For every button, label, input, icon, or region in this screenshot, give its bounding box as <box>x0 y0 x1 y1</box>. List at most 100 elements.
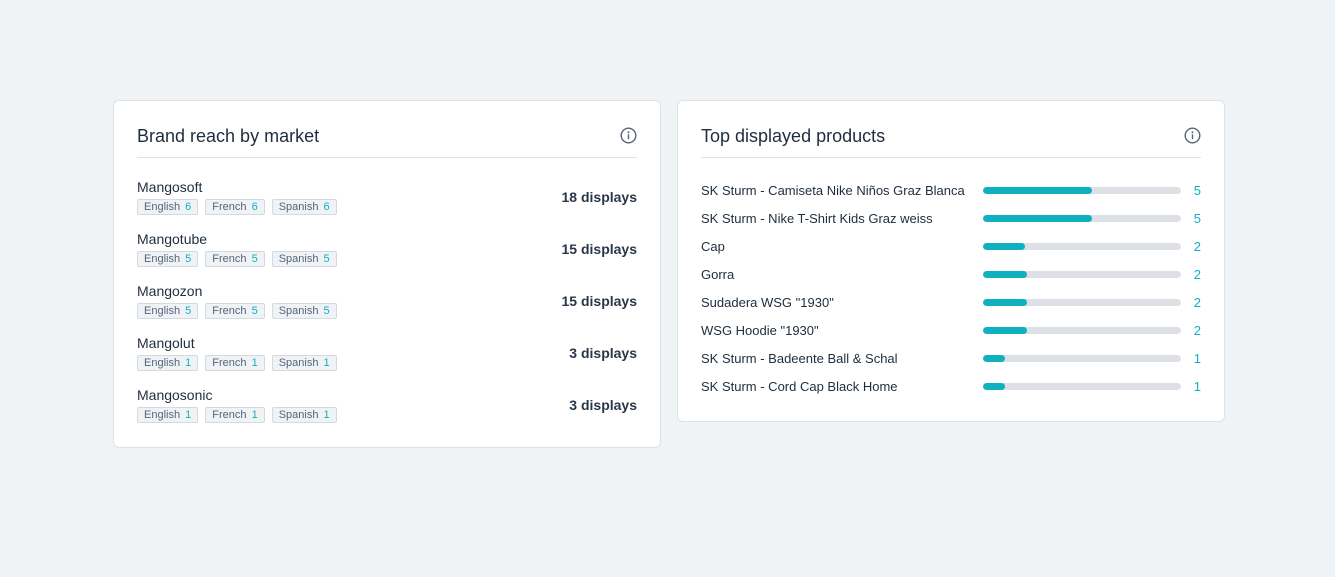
product-name: SK Sturm - Camiseta Nike Niños Graz Blan… <box>701 183 965 198</box>
product-bar-track <box>983 327 1181 334</box>
product-count: 2 <box>1193 323 1201 338</box>
product-count: 2 <box>1193 267 1201 282</box>
card-header: Top displayed products <box>701 101 1201 158</box>
market-tag-label: Spanish <box>278 357 319 369</box>
market-tag: Spanish 6 <box>271 199 337 215</box>
product-bar-fill <box>983 187 1092 194</box>
brand-displays: 15 displays <box>561 241 638 257</box>
market-tag-label: English <box>144 409 181 421</box>
market-tag-label: French <box>212 409 247 421</box>
market-tag-label: French <box>212 201 247 213</box>
market-tags: English 1 French 1 Spanish 1 <box>137 407 337 423</box>
brand-displays: 15 displays <box>561 293 638 309</box>
product-row: Sudadera WSG "1930" 2 <box>701 293 1201 313</box>
market-tag-count: 1 <box>323 409 330 421</box>
market-tag-count: 6 <box>323 201 330 213</box>
product-name: Gorra <box>701 267 735 282</box>
product-bar-fill <box>983 215 1092 222</box>
product-row: Gorra 2 <box>701 265 1201 285</box>
brand-name: Mangosonic <box>137 387 213 403</box>
market-tag: Spanish 5 <box>271 303 337 319</box>
market-tags: English 5 French 5 Spanish 5 <box>137 251 337 267</box>
market-tag: English 5 <box>137 303 199 319</box>
product-bar-track <box>983 243 1181 250</box>
brand-row: Mangosonic English 1 French 1 Spanish 13 di… <box>137 387 637 433</box>
product-name: SK Sturm - Nike T-Shirt Kids Graz weiss <box>701 211 933 226</box>
market-tag-count: 5 <box>185 305 192 317</box>
brand-name: Mangosoft <box>137 179 203 195</box>
market-tag-count: 5 <box>323 305 330 317</box>
product-name: Cap <box>701 239 725 254</box>
market-tag: Spanish 1 <box>271 407 337 423</box>
market-tag: English 1 <box>137 407 199 423</box>
market-tag-label: English <box>144 201 181 213</box>
product-count: 1 <box>1193 351 1201 366</box>
product-name: SK Sturm - Cord Cap Black Home <box>701 379 898 394</box>
market-tag-count: 5 <box>323 253 330 265</box>
product-bar-track <box>983 299 1181 306</box>
market-tag: French 5 <box>205 251 265 267</box>
market-tag-count: 5 <box>185 253 192 265</box>
brand-reach-card: Brand reach by market Mangosoft English 6… <box>113 100 661 448</box>
top-products-card: Top displayed products SK Sturm - Camise… <box>677 100 1225 422</box>
brand-row: Mangotube English 5 French 5 Spanish 5 15 di… <box>137 231 637 277</box>
market-tag-label: French <box>212 357 247 369</box>
market-tag-count: 5 <box>251 253 258 265</box>
market-tag-label: Spanish <box>278 201 319 213</box>
product-row: Cap 2 <box>701 237 1201 257</box>
brand-displays: 3 displays <box>569 397 637 413</box>
market-tag-label: English <box>144 357 181 369</box>
brand-row: Mangolut English 1 French 1 Spanish 13 disp… <box>137 335 637 381</box>
market-tag: French 1 <box>205 355 265 371</box>
market-tag: English 5 <box>137 251 199 267</box>
card-title: Top displayed products <box>701 126 886 146</box>
market-tag-label: French <box>212 305 247 317</box>
brand-displays: 3 displays <box>569 345 637 361</box>
market-tag: French 6 <box>205 199 265 215</box>
market-tag-count: 1 <box>251 357 258 369</box>
product-name: WSG Hoodie "1930" <box>701 323 819 338</box>
market-tag-label: Spanish <box>278 253 319 265</box>
product-count: 5 <box>1193 183 1201 198</box>
market-tag: English 1 <box>137 355 199 371</box>
brand-row: Mangosoft English 6 French 6 Spanish 6 18 di… <box>137 179 637 225</box>
market-tag-count: 5 <box>251 305 258 317</box>
market-tag-label: Spanish <box>278 305 319 317</box>
product-bar-track <box>983 187 1181 194</box>
market-tag: English 6 <box>137 199 199 215</box>
product-count: 2 <box>1193 295 1201 310</box>
market-tag-label: English <box>144 305 181 317</box>
product-bar-fill <box>983 355 1005 362</box>
brand-displays: 18 displays <box>561 189 638 205</box>
brand-row: Mangozon English 5 French 5 Spanish 5 15 dis… <box>137 283 637 329</box>
market-tag-count: 1 <box>185 409 192 421</box>
product-count: 2 <box>1193 239 1201 254</box>
product-bar-track <box>983 215 1181 222</box>
market-tag-label: Spanish <box>278 409 319 421</box>
product-bar-fill <box>983 299 1027 306</box>
brand-name: Mangotube <box>137 231 208 247</box>
market-tag-count: 1 <box>251 409 258 421</box>
market-tag: Spanish 1 <box>271 355 337 371</box>
market-tag-count: 6 <box>251 201 258 213</box>
product-count: 5 <box>1193 211 1201 226</box>
market-tag: French 1 <box>205 407 265 423</box>
product-row: WSG Hoodie "1930" 2 <box>701 321 1201 341</box>
product-name: SK Sturm - Badeente Ball & Schal <box>701 351 898 366</box>
market-tag-count: 1 <box>185 357 192 369</box>
market-tag: French 5 <box>205 303 265 319</box>
info-icon[interactable] <box>1184 127 1201 144</box>
product-count: 1 <box>1193 379 1201 394</box>
market-tag-label: English <box>144 253 181 265</box>
market-tags: English 6 French 6 Spanish 6 <box>137 199 337 215</box>
market-tags: English 1 French 1 Spanish 1 <box>137 355 337 371</box>
info-icon[interactable] <box>620 127 637 144</box>
product-bar-track <box>983 383 1181 390</box>
market-tag-count: 6 <box>185 201 192 213</box>
product-row: SK Sturm - Badeente Ball & Schal 1 <box>701 349 1201 369</box>
product-row: SK Sturm - Cord Cap Black Home 1 <box>701 377 1201 397</box>
product-bar-fill <box>983 271 1027 278</box>
brand-name: Mangozon <box>137 283 203 299</box>
market-tag-label: French <box>212 253 247 265</box>
product-bar-fill <box>983 327 1027 334</box>
